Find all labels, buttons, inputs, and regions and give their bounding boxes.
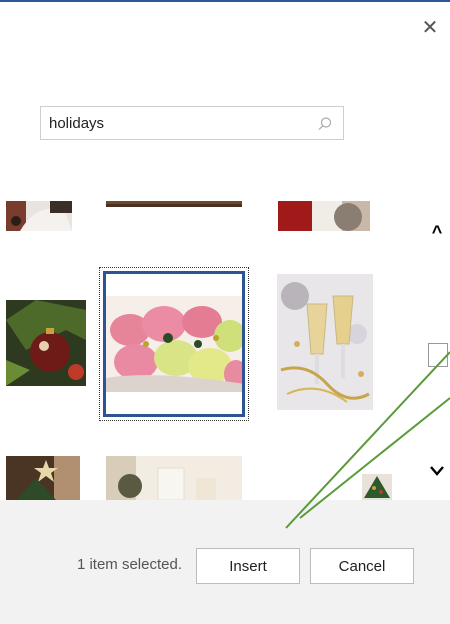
snowman-image[interactable] [6, 201, 72, 231]
dialog-top-border [0, 0, 450, 2]
close-icon[interactable]: ✕ [416, 14, 444, 42]
candles-image[interactable] [106, 456, 242, 500]
selection-status: 1 item selected. [76, 556, 182, 573]
selected-image-frame[interactable] [99, 267, 249, 421]
christmas-ornament-image[interactable] [6, 300, 86, 386]
star-tree-image[interactable] [6, 456, 80, 500]
search-box[interactable] [40, 106, 344, 140]
champagne-glasses-image[interactable] [277, 274, 373, 410]
chevron-down-icon[interactable] [424, 458, 450, 482]
santa-hat-image[interactable] [278, 201, 370, 231]
search-input[interactable] [49, 113, 309, 133]
cancel-button[interactable]: Cancel [310, 548, 414, 584]
insert-button[interactable]: Insert [196, 548, 300, 584]
search-icon[interactable] [317, 116, 333, 132]
scrollbar-thumb[interactable] [428, 343, 448, 367]
small-tree-image[interactable] [362, 474, 392, 500]
macarons-image[interactable] [103, 271, 245, 417]
wood-plank-image[interactable] [106, 201, 242, 207]
chevron-up-icon[interactable]: ^ [424, 220, 450, 244]
dialog-footer: 1 item selected. Insert Cancel [0, 500, 450, 624]
